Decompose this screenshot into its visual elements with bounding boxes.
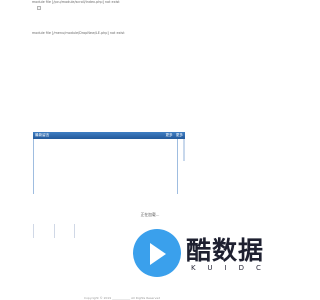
logo-circle-icon	[133, 229, 181, 277]
panel-actions: 更多 更多	[163, 133, 183, 138]
more-link[interactable]: 更多	[165, 133, 172, 137]
message-panel: 最新留言 更多 更多	[33, 132, 185, 194]
loading-text: 正在加载...	[140, 212, 160, 217]
divider	[74, 224, 75, 238]
brand-logo: 酷数据 KUIDC	[133, 229, 283, 279]
logo-subtext: KUIDC	[191, 264, 273, 272]
panel-title: 最新留言	[35, 133, 50, 137]
panel-scrollbar[interactable]	[183, 139, 185, 161]
module-error-message: module file [/menu/module/DropNew/LE.php…	[32, 31, 125, 35]
module-error-message: module file [/pcu/module/scroll/index.ph…	[32, 0, 120, 4]
footer-text: Copyright © 2019 ____________ All Rights…	[84, 296, 161, 300]
play-icon	[150, 243, 166, 265]
panel-border	[177, 139, 178, 194]
panel-border	[33, 139, 34, 194]
more-link[interactable]: 更多	[176, 133, 183, 137]
divider	[54, 224, 55, 238]
divider	[33, 224, 34, 238]
logo-text: 酷数据	[186, 236, 265, 265]
panel-header: 最新留言 更多 更多	[33, 132, 185, 139]
broken-image-icon	[37, 6, 41, 10]
